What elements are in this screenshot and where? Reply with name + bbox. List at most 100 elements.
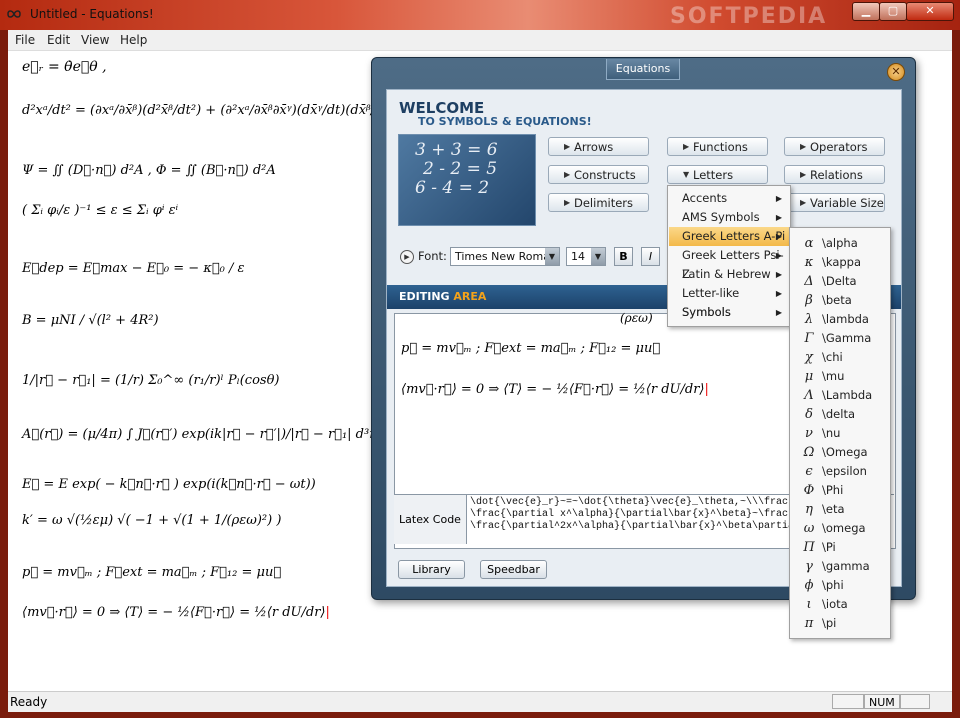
equation-line[interactable]: 1/|r⃗ − r⃗₁| = (1/r) Σ₀^∞ (r₁/r)ˡ Pₗ(cos… [22,373,279,388]
greek-item-chi[interactable]: χ \chi [791,348,889,367]
greek-item-gamma-upper[interactable]: Γ \Gamma [791,329,889,348]
greek-item-lambda-upper[interactable]: Λ \Lambda [791,386,889,405]
equation-line[interactable]: p⃗ = mv⃗ₘ ; F⃗ext = ma⃗ₘ ; F⃗₁₂ = μu⃗ [22,565,281,580]
text-cursor: | [704,382,709,397]
play-icon[interactable]: ▶ [400,250,414,264]
equation-line[interactable]: ( Σᵢ φᵢ/ε )⁻¹ ≤ ε ≤ Σᵢ φⁱ εⁱ [22,203,178,218]
menu-item-latin-hebrew[interactable]: Latin & Hebrew ▶ [669,265,789,284]
menu-item-symbols[interactable]: Symbols ▶ [669,303,789,322]
font-family-select[interactable]: Times New Roman ▼ [450,247,560,266]
greek-item-eta[interactable]: η \eta [791,500,889,519]
greek-name: \alpha [822,236,858,250]
greek-glyph: ω [803,521,815,536]
category-delimiters-button[interactable]: ▶ Delimiters [548,193,649,212]
greek-item-alpha[interactable]: α \alpha [791,234,889,253]
category-arrows-button[interactable]: ▶ Arrows [548,137,649,156]
chevron-right-icon: ▶ [564,142,571,151]
softpedia-watermark: SOFTPEDIA [670,4,828,29]
submenu-arrow-icon: ▶ [775,213,782,222]
equation-line[interactable]: e⃗ᵣ = θ̇e⃗θ , [22,59,107,75]
equation-line[interactable]: d²xᵃ/dt² = (∂xᵃ/∂x̄ᵝ)(d²x̄ᵝ/dt²) + (∂²xᵃ… [22,103,394,118]
greek-item-omega-upper[interactable]: Ω \Omega [791,443,889,462]
greek-item-epsilon[interactable]: ϵ \epsilon [791,462,889,481]
maximize-button[interactable]: ▢ [879,2,907,21]
font-size-select[interactable]: 14 ▼ [566,247,606,266]
greek-glyph: η [805,502,813,517]
equation-line[interactable]: Ψ = ∬ (D⃗·n⃗) d²A , Φ = ∬ (B⃗·n⃗) d²A [22,163,276,178]
equation-line[interactable]: E⃗dep = E⃗max − E⃗₀ = − κ⃗₀ / ε [22,261,245,276]
category-constructs-button[interactable]: ▶ Constructs [548,165,649,184]
category-label: Arrows [574,140,614,154]
category-relations-button[interactable]: ▶ Relations [784,165,885,184]
submenu-arrow-icon: ▶ [775,251,782,260]
chevron-down-icon: ▼ [545,248,559,265]
submenu-arrow-icon: ▶ [775,308,782,317]
category-functions-button[interactable]: ▶ Functions [667,137,768,156]
menu-help[interactable]: Help [120,33,147,47]
greek-item-gamma[interactable]: γ \gamma [791,557,889,576]
greek-name: \kappa [822,255,862,269]
greek-item-iota[interactable]: ι \iota [791,595,889,614]
equation-line[interactable]: B = μNI / √(l² + 4R²) [22,313,159,328]
category-operators-button[interactable]: ▶ Operators [784,137,885,156]
edit-equation-line[interactable]: ⟨mv⃗·r⃗⟩ = 0 ⇒ ⟨T⟩ = − ½⟨F⃗·r⃗⟩ = ½⟨r dU… [401,382,709,397]
menu-item-accents[interactable]: Accents ▶ [669,189,789,208]
equation-line[interactable]: E⃗ = E exp( − k⃗n⃗·r⃗ ) exp(i(k⃗n⃗·r⃗ − … [22,477,316,492]
menu-item-letter-like[interactable]: Letter-like Symbols ▶ [669,284,789,319]
minimize-button[interactable]: ▁ [852,2,880,21]
greek-glyph: Γ [804,331,814,346]
welcome-subtitle: TO SYMBOLS & EQUATIONS! [418,115,592,128]
greek-item-nu[interactable]: ν \nu [791,424,889,443]
menu-edit[interactable]: Edit [47,33,70,47]
greek-glyph: λ [804,312,814,327]
greek-item-mu[interactable]: μ \mu [791,367,889,386]
greek-item-pi-upper[interactable]: Π \Pi [791,538,889,557]
greek-name: \iota [822,597,848,611]
status-indicator-empty [832,694,864,709]
edit-equation-line[interactable]: p⃗ = mv⃗ₘ ; F⃗ext = ma⃗ₘ ; F⃗₁₂ = μu⃗ [401,341,660,356]
greek-name: \omega [822,521,866,535]
submenu-arrow-icon: ▶ [775,232,782,241]
chalk-line: 3 + 3 = 6 [415,140,498,160]
greek-item-delta-upper[interactable]: Δ \Delta [791,272,889,291]
greek-name: \lambda [822,312,869,326]
equation-line[interactable]: k′ = ω √(½εμ) √( −1 + √(1 + 1/(ρεω)²) ) [22,513,281,528]
category-letters-button[interactable]: ▼ Letters [667,165,768,184]
category-variable-size-button[interactable]: ▶ Variable Size [784,193,885,212]
italic-button[interactable]: I [641,247,660,266]
greek-item-pi[interactable]: π \pi [791,614,889,633]
menu-item-greek-psi-z[interactable]: Greek Letters Psi-Z ▶ [669,246,789,281]
menu-item-ams-symbols[interactable]: AMS Symbols ▶ [669,208,789,227]
category-label: Letters [693,168,734,182]
greek-item-phi-upper[interactable]: Φ \Phi [791,481,889,500]
menu-item-greek-a-pi[interactable]: Greek Letters A-Pi ▶ [669,227,789,246]
library-button[interactable]: Library [398,560,465,579]
dialog-close-button[interactable]: ✕ [887,63,905,81]
bold-button[interactable]: B [614,247,633,266]
greek-item-kappa[interactable]: κ \kappa [791,253,889,272]
menu-view[interactable]: View [81,33,109,47]
equation-line[interactable]: ⟨mv⃗·r⃗⟩ = 0 ⇒ ⟨T⟩ = − ½⟨F⃗·r⃗⟩ = ½⟨r dU… [22,605,330,620]
equation-line[interactable]: A⃗(r⃗) = (μ/4π) ∫ J⃗(r⃗′) exp(ik|r⃗ − r⃗… [22,427,386,442]
greek-item-omega[interactable]: ω \omega [791,519,889,538]
category-label: Functions [693,140,748,154]
edit-equation-line[interactable]: (ρεω) [620,311,653,325]
greek-name: \nu [822,426,841,440]
greek-name: \Pi [822,540,836,554]
greek-item-phi[interactable]: ϕ \phi [791,576,889,595]
close-button[interactable]: ✕ [906,2,954,21]
font-size-value: 14 [571,250,585,263]
greek-name: \Omega [822,445,868,459]
greek-item-beta[interactable]: β \beta [791,291,889,310]
greek-name: \eta [822,502,845,516]
speedbar-button[interactable]: Speedbar [480,560,547,579]
menu-file[interactable]: File [15,33,35,47]
greek-glyph: Δ [804,274,814,289]
greek-item-lambda[interactable]: λ \lambda [791,310,889,329]
greek-name: \Delta [822,274,857,288]
greek-name: \beta [822,293,852,307]
greek-item-delta[interactable]: δ \delta [791,405,889,424]
close-icon: ✕ [891,65,901,78]
dialog-tab-equations[interactable]: Equations [606,59,680,80]
chevron-right-icon: ▶ [683,142,690,151]
